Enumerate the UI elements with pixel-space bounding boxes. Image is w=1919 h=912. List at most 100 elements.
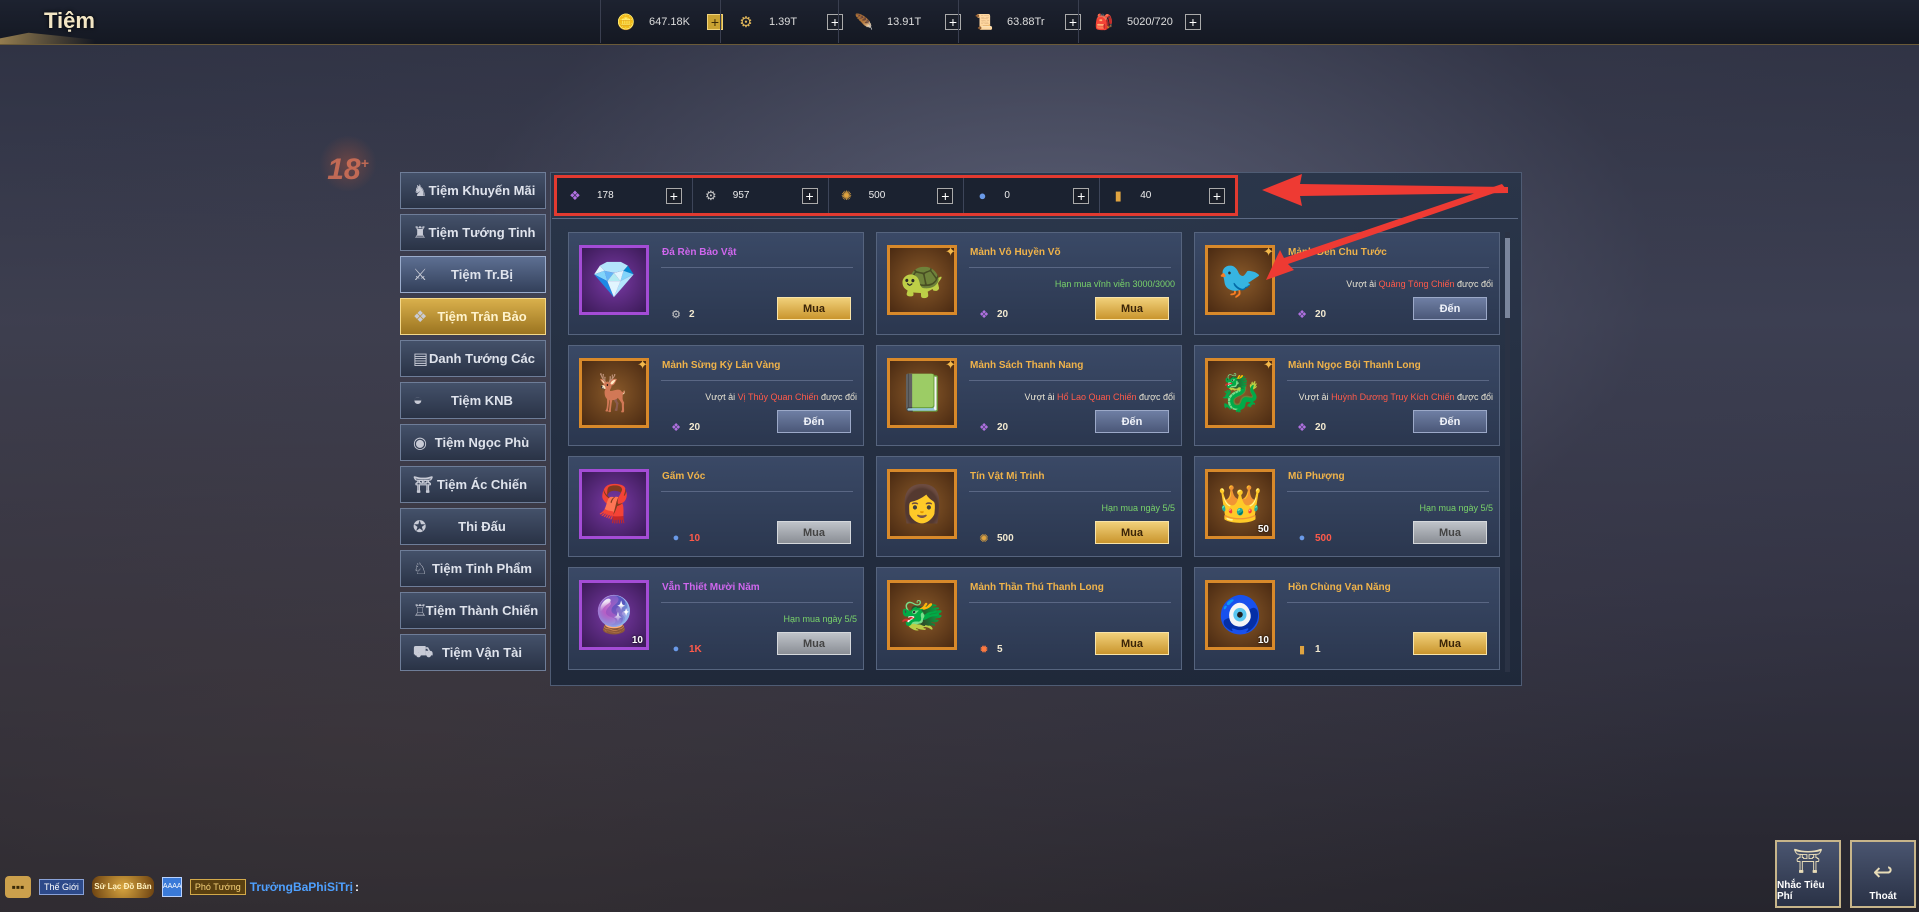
player-name[interactable]: TrưởngBaPhiSiTrị [250, 880, 353, 894]
go-button[interactable]: Đến [1095, 410, 1169, 433]
buy-button[interactable]: Mua [1413, 521, 1487, 544]
item-price: ✺ 500 [977, 531, 1013, 545]
item-name: Gấm Vóc [662, 471, 706, 482]
chat-bar[interactable]: ▪▪▪ Thế Giới Sử Lạc Đồ Bản AAAA Phó Tướn… [5, 874, 359, 900]
note-suffix: được đổi [1454, 392, 1493, 402]
castle-icon: ♖ [413, 602, 428, 620]
scrollbar[interactable] [1505, 232, 1510, 672]
item-price: ● 10 [669, 531, 700, 545]
note-suffix: được đổi [818, 392, 857, 402]
add-currency-button[interactable]: + [1073, 188, 1090, 204]
item-image[interactable]: 👩 [887, 469, 957, 539]
add-currency-button[interactable]: + [801, 188, 818, 204]
blue-orb-icon: ● [978, 188, 987, 203]
sidebar-item-0[interactable]: ♞ Tiệm Khuyến Mãi [400, 172, 546, 209]
silver-coin-icon: ⚙ [704, 187, 717, 203]
item-icon: 👩 [899, 483, 945, 524]
sidebar-item-7[interactable]: ⛩ Tiệm Ác Chiến [400, 466, 546, 503]
add-currency-button[interactable]: + [1208, 188, 1225, 204]
buy-button[interactable]: Mua [777, 632, 851, 655]
item-icon: 🐉 [1217, 372, 1263, 413]
buy-button[interactable]: Mua [777, 297, 851, 320]
item-price: ● 1K [669, 642, 702, 656]
item-image[interactable]: 🧣 [579, 469, 649, 539]
purple-gem-icon: ❖ [1297, 308, 1307, 321]
item-card: 🧿 10 Hồn Chùng Vạn Năng ▮ 1 Mua [1194, 567, 1500, 670]
sidebar-item-11[interactable]: ⛟ Tiệm Vận Tài [400, 634, 546, 671]
sidebar-item-1[interactable]: ♜ Tiệm Tướng Tinh [400, 214, 546, 251]
sidebar-item-8[interactable]: ✪ Thi Đấu [400, 508, 546, 545]
currency-0: 🪙 647.18K + [600, 0, 723, 43]
note-text: Vượt ải [1298, 392, 1332, 402]
exit-label: Thoát [1869, 891, 1897, 902]
medal-icon: ✪ [413, 518, 427, 536]
buy-button[interactable]: Mua [777, 521, 851, 544]
item-card: 📗 ✦ Mảnh Sách Thanh Nang Vượt ải Hổ Lao Qua… [876, 345, 1182, 446]
spend-reminder-button[interactable]: ⛩ Nhắc Tiêu Phí [1775, 840, 1841, 908]
go-button[interactable]: Đến [1413, 410, 1487, 433]
sidebar-item-9[interactable]: ♘ Tiệm Tinh Phẩm [400, 550, 546, 587]
item-card: 👑 50 Mũ Phượng Hạn mua ngày 5/5 ● 500 Mua [1194, 456, 1500, 557]
price-value: 2 [689, 308, 695, 320]
sidebar-item-label: Tiệm Tướng Tinh [428, 225, 536, 240]
sidebar-item-3[interactable]: ❖ Tiệm Trân Bảo [400, 298, 546, 335]
purchase-note: Vượt ải Hổ Lao Quan Chiến được đổi [1025, 392, 1175, 402]
divider [661, 380, 853, 381]
go-button[interactable]: Đến [777, 410, 851, 433]
treasure-icon: ❖ [413, 308, 428, 326]
add-currency-button[interactable]: + [937, 188, 954, 204]
chat-bubble-icon[interactable]: ▪▪▪ [5, 876, 31, 898]
sidebar-item-label: Danh Tướng Các [428, 351, 536, 366]
item-price: ❖ 20 [977, 307, 1008, 321]
item-name: Vẫn Thiết Mười Năm [662, 582, 760, 593]
divider [969, 380, 1171, 381]
add-currency-button[interactable]: + [1185, 13, 1201, 30]
item-icon: 🔮 [591, 594, 637, 635]
shop-currency-value: 178 [597, 190, 614, 201]
currency-3: 📜 63.88Tr + [958, 0, 1081, 43]
age-rating-badge: 18+ [318, 136, 378, 191]
purchase-note: Vượt ải Vị Thủy Quan Chiến được đổi [705, 392, 857, 402]
buy-button[interactable]: Mua [1095, 521, 1169, 544]
top-bar: Tiệm 🪙 647.18K + ⚙ 1.39T + 🪶 13.91T + 📜 63.88Tr + 🎒 5… [0, 0, 1919, 45]
buy-button[interactable]: Mua [1413, 632, 1487, 655]
item-image[interactable]: 👑 50 [1205, 469, 1275, 539]
sidebar-item-5[interactable]: ◒ Tiệm KNB [400, 382, 546, 419]
item-image[interactable]: 🐲 [887, 580, 957, 650]
sidebar-item-10[interactable]: ♖ Tiệm Thành Chiến [400, 592, 546, 629]
cart-icon: ⛟ [413, 643, 434, 661]
sidebar-item-label: Tiệm KNB [451, 393, 513, 408]
shop-currency-3: ● 0 + [964, 178, 1101, 213]
sidebar-item-2[interactable]: ⚔ Tiệm Tr.Bị [400, 256, 546, 293]
item-image[interactable]: 📗 ✦ [887, 357, 957, 428]
age-rating-value: 18 [327, 153, 361, 186]
chat-channel-tag: Thế Giới [39, 879, 84, 895]
shop-currency-2: ✺ 500 + [829, 178, 965, 213]
item-image[interactable]: 💎 [579, 245, 649, 315]
price-value: 20 [997, 308, 1009, 320]
exit-button[interactable]: ↩ Thoát [1850, 840, 1916, 908]
sidebar-item-4[interactable]: ▤ Danh Tướng Các [400, 340, 546, 377]
currency-value: 647.18K [649, 15, 690, 28]
item-card: 👩 Tín Vật Mị Trinh Hạn mua ngày 5/5 ✺ 500 Mua [876, 456, 1182, 557]
item-image[interactable]: 🐢 ✦ [887, 244, 957, 315]
item-price: ✹ 5 [977, 642, 1002, 656]
purchase-note: Hạn mua ngày 5/5 [1101, 503, 1175, 513]
note-text: Vượt ải [1024, 392, 1057, 402]
feather-token-icon: 🪶 [854, 13, 874, 31]
item-name: Mảnh Thần Thú Thanh Long [970, 582, 1104, 593]
item-image[interactable]: 🔮 10 [579, 580, 649, 650]
go-button[interactable]: Đến [1413, 297, 1487, 320]
currency-1: ⚙ 1.39T + [720, 0, 843, 43]
sidebar-item-6[interactable]: ◉ Tiệm Ngọc Phù [400, 424, 546, 461]
item-price: ❖ 20 [1295, 307, 1326, 321]
item-icon: 🐲 [899, 594, 945, 635]
buy-button[interactable]: Mua [1095, 632, 1169, 655]
item-image[interactable]: 🧿 10 [1205, 580, 1275, 650]
item-image[interactable]: 🐉 ✦ [1205, 357, 1275, 428]
add-currency-button[interactable]: + [665, 188, 682, 204]
item-image[interactable]: 🦌 ✦ [579, 357, 649, 428]
camel-icon: ♘ [413, 560, 428, 578]
buy-button[interactable]: Mua [1095, 297, 1169, 320]
divider [1287, 602, 1489, 603]
